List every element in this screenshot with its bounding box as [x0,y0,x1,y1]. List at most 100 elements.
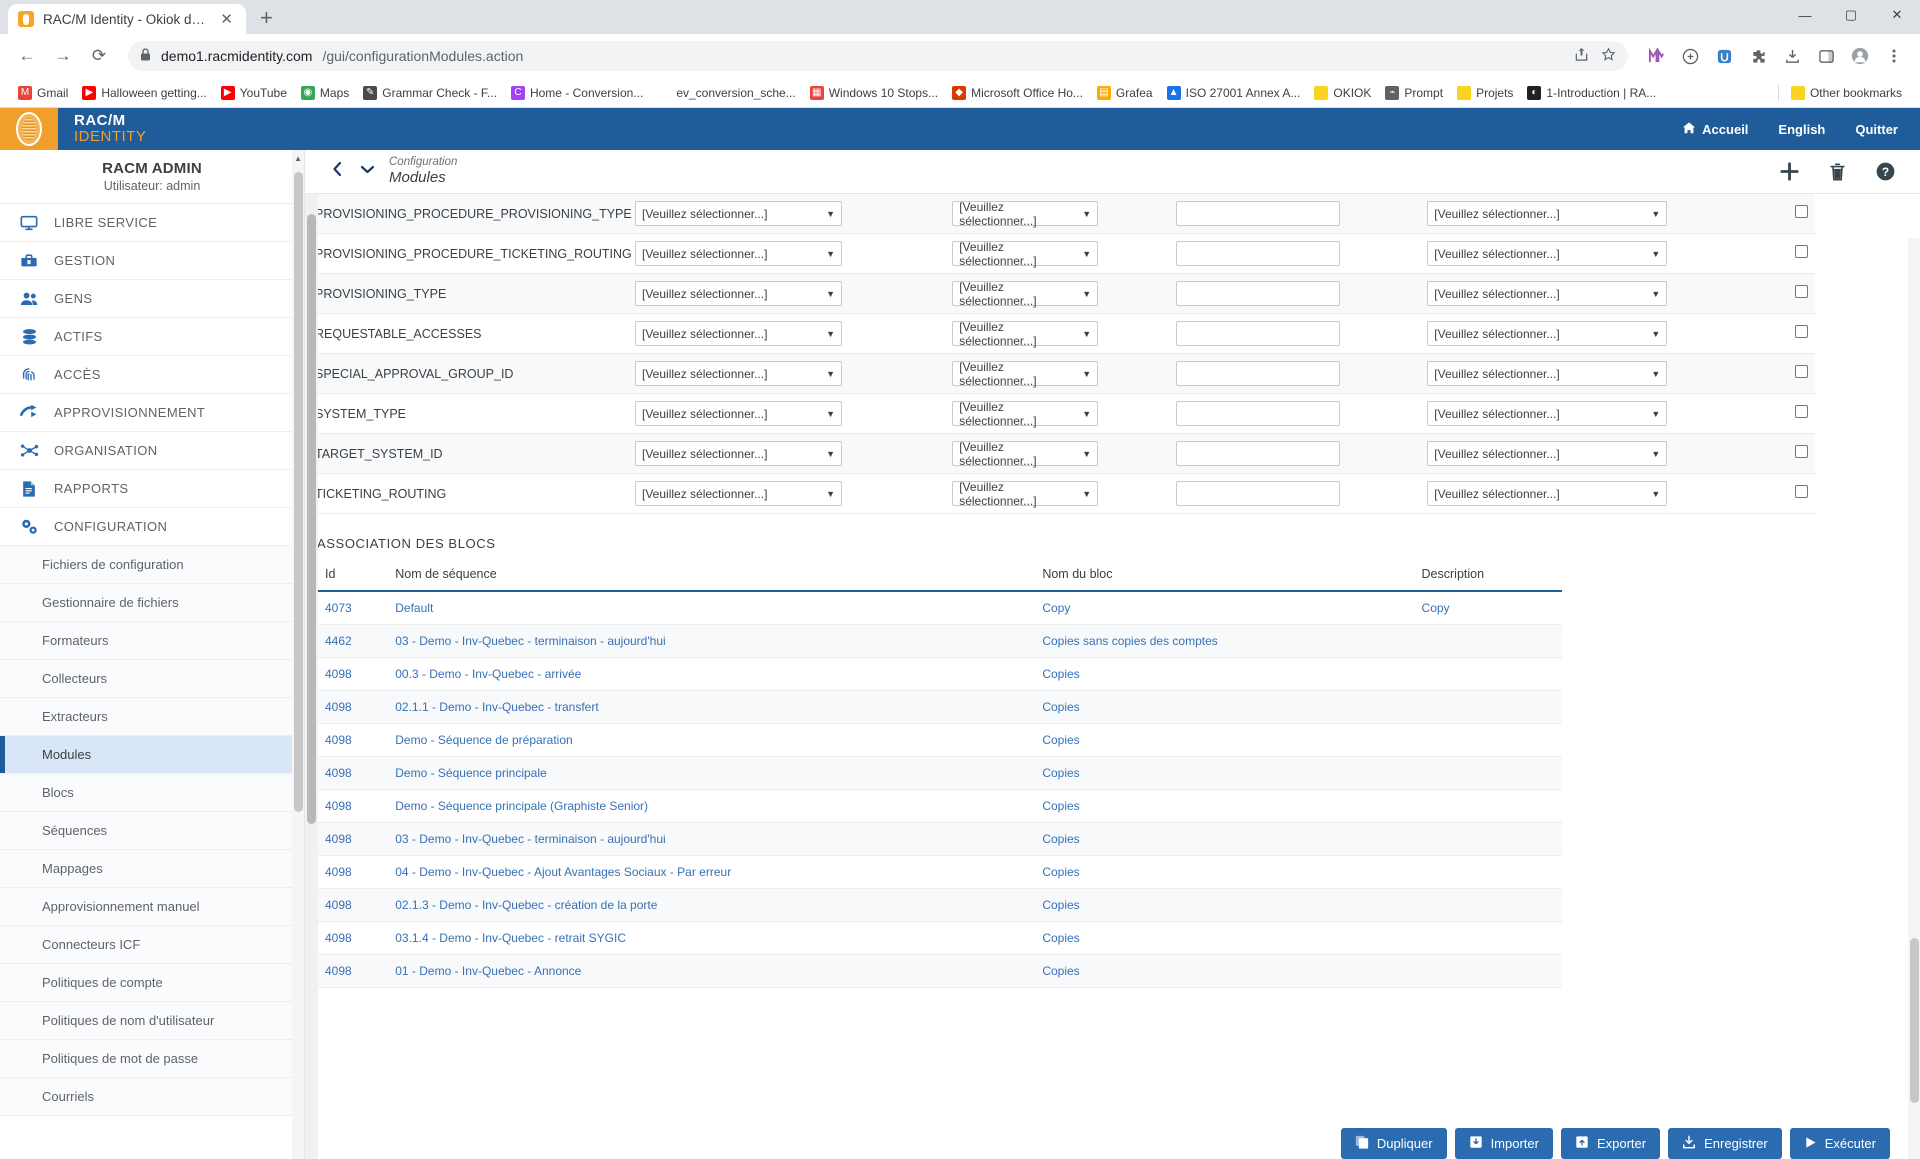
table-row[interactable]: 4098 Demo - Séquence principale Copies [317,756,1562,790]
field-checkbox[interactable] [1795,324,1809,338]
sidebar-scroll-thumb[interactable] [294,172,303,812]
maximize-icon[interactable]: ▢ [1828,0,1874,30]
trash-icon[interactable] [1828,162,1847,182]
puzzle-icon[interactable] [1744,42,1772,70]
cell-description[interactable] [1421,756,1562,790]
sidebar-item-actifs[interactable]: ACTIFS [0,318,304,356]
cell-bloc-name[interactable]: Copies [1042,723,1422,757]
field-select-tertiary[interactable]: [Veuillez sélectionner...] ▼ [1427,281,1668,306]
cell-bloc-name[interactable]: Copies [1042,822,1422,856]
field-checkbox[interactable] [1795,404,1809,418]
sidebar-subitem-formateurs[interactable]: Formateurs [0,622,304,660]
field-select-primary[interactable]: [Veuillez sélectionner...] ▼ [635,201,842,226]
browser-menu-icon[interactable] [1880,42,1908,70]
bookmark-item[interactable]: ▶ YouTube [215,83,293,103]
cell-bloc-name[interactable]: Copies sans copies des comptes [1042,624,1422,658]
cell-id[interactable]: 4073 [317,591,396,625]
field-select-primary[interactable]: [Veuillez sélectionner...] ▼ [635,321,842,346]
sidebar-subitem-connecteurs-icf[interactable]: Connecteurs ICF [0,926,304,964]
sidebar-item-libre-service[interactable]: LIBRE SERVICE [0,204,304,242]
table-row[interactable]: 4098 03 - Demo - Inv-Quebec - terminaison… [317,822,1562,856]
cell-bloc-name[interactable]: Copy [1042,591,1422,625]
field-text-input[interactable] [1175,321,1340,346]
field-select-secondary[interactable]: [Veuillez sélectionner...] ▼ [952,200,1099,228]
ex-cuter-button[interactable]: Exécuter [1789,1128,1890,1159]
bookmark-item[interactable]: ev_conversion_sche... [651,83,801,103]
field-checkbox[interactable] [1795,244,1809,258]
field-select-primary[interactable]: [Veuillez sélectionner...] ▼ [635,481,842,506]
header-link-english[interactable]: English [1778,122,1825,137]
cell-id[interactable]: 4098 [317,921,396,955]
sidebar-item-organisation[interactable]: ORGANISATION [0,432,304,470]
cell-id[interactable]: 4098 [317,657,396,691]
sidebar-subitem-fichiers-de-configuration[interactable]: Fichiers de configuration [0,546,304,584]
cell-bloc-name[interactable]: Copies [1042,888,1422,922]
cell-sequence-name[interactable]: Demo - Séquence principale [395,756,1043,790]
field-text-input[interactable] [1175,441,1340,466]
cell-id[interactable]: 4098 [317,888,396,922]
exporter-button[interactable]: Exporter [1560,1128,1661,1159]
cell-id[interactable]: 4098 [317,756,396,790]
sidebar-subitem-modules[interactable]: Modules [0,736,304,774]
content-scroll-thumb[interactable] [307,214,316,824]
field-checkbox[interactable] [1795,484,1809,498]
cell-sequence-name[interactable]: 02.1.3 - Demo - Inv-Quebec - création de… [395,888,1043,922]
field-select-secondary[interactable]: [Veuillez sélectionner...] ▼ [952,240,1099,268]
sidebar-subitem-collecteurs[interactable]: Collecteurs [0,660,304,698]
table-row[interactable]: 4098 04 - Demo - Inv-Quebec - Ajout Avant… [317,855,1562,889]
back-icon[interactable]: ← [12,41,42,71]
bookmark-item[interactable]: ⌁ Prompt [1379,83,1449,103]
cell-bloc-name[interactable]: Copies [1042,789,1422,823]
field-checkbox[interactable] [1795,284,1809,298]
table-row[interactable]: 4098 Demo - Séquence principale (Graphist… [317,789,1562,823]
extension-u-icon[interactable] [1710,42,1738,70]
cell-id[interactable]: 4098 [317,855,396,889]
dupliquer-button[interactable]: Dupliquer [1340,1128,1447,1159]
field-text-input[interactable] [1175,241,1340,266]
scroll-up-icon[interactable]: ▲ [294,154,302,163]
cell-sequence-name[interactable]: Default [395,591,1043,625]
bookmark-item[interactable]: ▦ Windows 10 Stops... [804,83,944,103]
bookmark-item[interactable]: OKIOK [1308,83,1377,103]
other-bookmarks[interactable]: Other bookmarks [1772,83,1908,103]
cell-description[interactable] [1421,789,1562,823]
side-panel-icon[interactable] [1812,42,1840,70]
breadcrumb-parent[interactable]: Configuration [389,156,457,169]
sidebar-subitem-courriels[interactable]: Courriels [0,1078,304,1116]
cell-id[interactable]: 4098 [317,954,396,988]
reload-icon[interactable]: ⟳ [84,41,114,71]
cell-id[interactable]: 4098 [317,723,396,757]
table-row[interactable]: 4098 Demo - Séquence de préparation Copies [317,723,1562,757]
chevron-left-icon[interactable] [331,161,344,182]
sidebar-subitem-approvisionnement-manuel[interactable]: Approvisionnement manuel [0,888,304,926]
column-header-description[interactable]: Description [1421,561,1562,592]
cell-bloc-name[interactable]: Copies [1042,756,1422,790]
app-logo[interactable] [0,108,58,150]
cell-description[interactable]: Copy [1421,591,1562,625]
field-select-primary[interactable]: [Veuillez sélectionner...] ▼ [635,241,842,266]
bookmark-item[interactable]: ✎ Grammar Check - F... [357,83,503,103]
cell-description[interactable] [1421,954,1562,988]
table-row[interactable]: 4098 00.3 - Demo - Inv-Quebec - arrivée Co… [317,657,1562,691]
field-checkbox[interactable] [1795,444,1809,458]
field-select-primary[interactable]: [Veuillez sélectionner...] ▼ [635,441,842,466]
field-select-secondary[interactable]: [Veuillez sélectionner...] ▼ [952,280,1099,308]
header-link-accueil[interactable]: Accueil [1682,121,1748,138]
cell-description[interactable] [1421,657,1562,691]
chevron-down-icon[interactable] [360,161,375,182]
cell-description[interactable] [1421,624,1562,658]
cell-bloc-name[interactable]: Copies [1042,657,1422,691]
field-select-primary[interactable]: [Veuillez sélectionner...] ▼ [635,361,842,386]
sidebar-subitem-gestionnaire-de-fichiers[interactable]: Gestionnaire de fichiers [0,584,304,622]
bookmark-item[interactable]: ▲ ISO 27001 Annex A... [1161,83,1307,103]
field-checkbox[interactable] [1795,204,1809,218]
cell-id[interactable]: 4462 [317,624,396,658]
cell-description[interactable] [1421,690,1562,724]
field-select-primary[interactable]: [Veuillez sélectionner...] ▼ [635,281,842,306]
sidebar-item-approvisionnement[interactable]: APPROVISIONNEMENT [0,394,304,432]
table-row[interactable]: 4098 02.1.1 - Demo - Inv-Quebec - transfe… [317,690,1562,724]
cell-sequence-name[interactable]: 03 - Demo - Inv-Quebec - terminaison - a… [395,822,1043,856]
help-icon[interactable]: ? [1875,161,1896,182]
field-select-tertiary[interactable]: [Veuillez sélectionner...] ▼ [1427,441,1668,466]
sidebar-item-gens[interactable]: GENS [0,280,304,318]
